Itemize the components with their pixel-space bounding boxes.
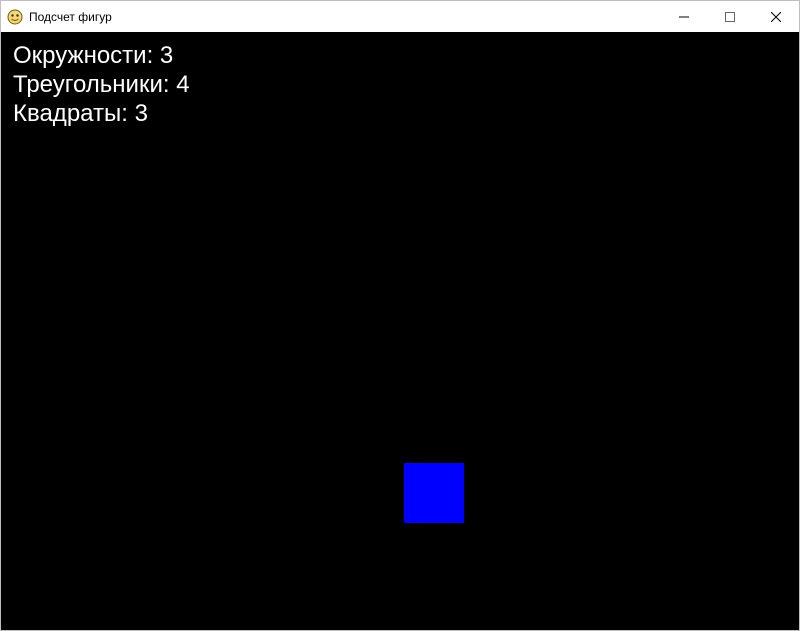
window-title: Подсчет фигур: [29, 10, 112, 24]
titlebar: Подсчет фигур: [1, 1, 799, 32]
app-window: Подсчет фигур Окружности: 3 Треугольники…: [0, 0, 800, 631]
close-button[interactable]: [753, 1, 799, 32]
circles-count: Окружности: 3: [13, 42, 190, 71]
maximize-button[interactable]: [707, 1, 753, 32]
app-icon: [7, 9, 23, 25]
squares-count: Квадраты: 3: [13, 100, 190, 129]
stats-panel: Окружности: 3 Треугольники: 4 Квадраты: …: [13, 42, 190, 128]
minimize-button[interactable]: [661, 1, 707, 32]
game-canvas[interactable]: Окружности: 3 Треугольники: 4 Квадраты: …: [1, 32, 799, 630]
falling-square: [404, 463, 464, 523]
triangles-count: Треугольники: 4: [13, 71, 190, 100]
